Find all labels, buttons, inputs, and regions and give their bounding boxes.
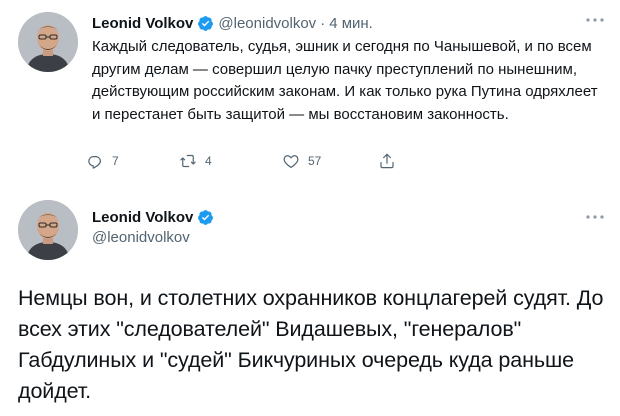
tweet-header: Leonid Volkov @leonidvolkov · 4 мин.: [92, 12, 373, 34]
share-icon: [380, 153, 394, 169]
separator-dot: ·: [320, 14, 326, 32]
tweet-actions: 7 4 57: [86, 150, 406, 172]
retweet-icon: [180, 154, 196, 168]
retweet-count: 4: [205, 154, 212, 168]
like-button[interactable]: 57: [282, 150, 321, 172]
reply-button[interactable]: 7: [86, 150, 119, 172]
author-handle[interactable]: @leonidvolkov: [218, 15, 316, 32]
retweet-button[interactable]: 4: [179, 150, 212, 172]
like-count: 57: [308, 154, 322, 168]
reply-icon: [88, 156, 101, 169]
tweet-2: Leonid Volkov @leonidvolkov Немцы вон, и…: [0, 185, 620, 416]
share-button[interactable]: [378, 150, 396, 172]
avatar[interactable]: [18, 200, 78, 260]
reply-count: 7: [112, 154, 119, 168]
author-name[interactable]: Leonid Volkov: [92, 209, 193, 226]
verified-badge-icon: [197, 209, 214, 226]
author-handle[interactable]: @leonidvolkov: [92, 229, 190, 246]
like-icon: [283, 155, 299, 168]
tweet-1: Leonid Volkov @leonidvolkov · 4 мин. Каж…: [0, 0, 620, 185]
timestamp[interactable]: 4 мин.: [329, 15, 373, 32]
tweet-text: Немцы вон, и столетних охранников концла…: [18, 286, 604, 403]
tweet-text: Каждый следователь, судья, эшник и сегод…: [92, 38, 598, 123]
avatar[interactable]: [18, 12, 78, 72]
author-name[interactable]: Leonid Volkov: [92, 15, 193, 32]
more-options-icon[interactable]: [584, 12, 606, 22]
tweet-header: Leonid Volkov: [92, 207, 218, 227]
verified-badge-icon: [197, 15, 214, 32]
more-options-icon[interactable]: [584, 209, 606, 219]
